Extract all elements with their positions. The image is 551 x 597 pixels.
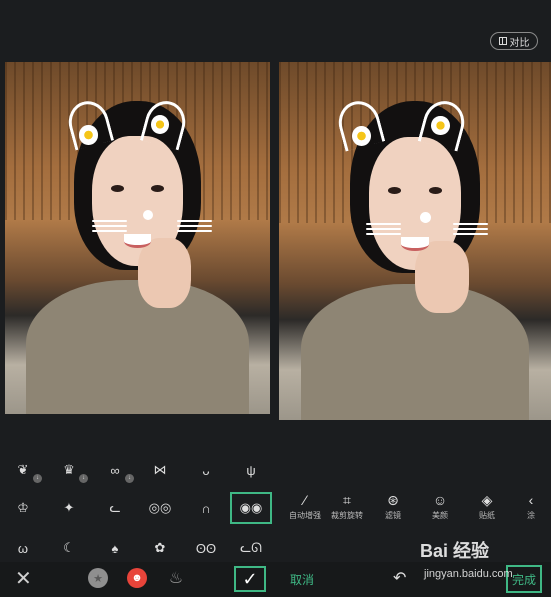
cancel-button[interactable]: 取消 [290, 571, 314, 588]
download-badge: ↓ [33, 474, 42, 483]
crop-icon: ⌗ [343, 492, 351, 508]
sticker-cat-mask[interactable]: ω [4, 535, 42, 561]
close-icon[interactable]: ✕ [15, 566, 32, 591]
neon-cute-icon: ᓚ [109, 500, 121, 515]
brush-icon: ‹ [528, 492, 534, 508]
sticker-banana[interactable]: ☾ [50, 535, 88, 561]
sticker-antler-crown[interactable]: ❦ ↓ [4, 457, 42, 483]
download-badge: ↓ [79, 474, 88, 483]
sticker-bunny-head[interactable]: ✿ [141, 535, 179, 561]
cat-mask-icon: ω [17, 540, 29, 556]
tool-crop-rotate[interactable]: ⌗ 裁剪旋转 [325, 490, 369, 521]
bunny-ears-icon: ᴗ [202, 462, 210, 478]
filter-icon: ⊛ [387, 492, 399, 508]
banana-icon: ☾ [63, 540, 75, 555]
tiara-icon: ♔ [17, 500, 29, 515]
sticker-crown-sparkle[interactable]: ✦ [50, 495, 88, 521]
white-cat-icon: ᓚᘏ [240, 540, 262, 555]
sticker-glasses[interactable]: ∞ ↓ [96, 457, 134, 483]
glasses-icon: ∞ [110, 462, 120, 478]
pink-crown-icon: ♛ [63, 462, 75, 477]
tool-brush[interactable]: ‹ 涂 [509, 490, 551, 521]
panda-icon: ʘʘ [195, 540, 217, 556]
rabbit-ears-icon: ∩ [201, 500, 211, 516]
sticker-icon: ◈ [481, 492, 493, 508]
sticker-panda[interactable]: ʘʘ [187, 535, 225, 561]
tool-beauty[interactable]: ☺ 美颜 [418, 490, 462, 521]
compare-label: 对比 [509, 37, 530, 49]
sticker-deer-horns[interactable]: ψ [232, 457, 270, 483]
cat-face-icon: ◉◉ [239, 500, 263, 515]
sticker-grid: ❦ ↓ ♛ ↓ ∞ ↓ ⋈ ᴗ ψ ♔ ✦ ᓚ ◎◎ ∩ ◉◉ ω ☾ ♠ ✿ ʘʘ ᓚᘏ [0, 455, 278, 565]
round-glasses-icon: ◎◎ [148, 500, 172, 515]
original-photo [279, 62, 551, 420]
star-category-icon[interactable]: ★ [88, 568, 108, 588]
antler-crown-icon: ❦ [17, 462, 29, 477]
compare-button[interactable]: 对比 [490, 32, 538, 50]
sticker-mushroom[interactable]: ♠ [96, 535, 134, 561]
tool-sticker[interactable]: ◈ 贴纸 [465, 490, 509, 521]
watermark-url: jingyan.baidu.com [424, 568, 513, 580]
undo-icon[interactable]: ↶ [393, 568, 406, 588]
confirm-check-button[interactable]: ✓ [234, 566, 266, 592]
emoji-category-icon[interactable]: ☻ [127, 568, 147, 588]
edit-toolbar: ⁄ 自动增强 ⌗ 裁剪旋转 ⊛ 滤镜 ☺ 美颜 ◈ 贴纸 ‹ 涂 [283, 490, 551, 530]
sticker-pink-crown[interactable]: ♛ ↓ [50, 457, 88, 483]
tool-auto-enhance[interactable]: ⁄ 自动增强 [283, 490, 327, 521]
sticker-round-glasses[interactable]: ◎◎ [141, 495, 179, 521]
download-badge: ↓ [125, 474, 134, 483]
bunny-head-icon: ✿ [154, 540, 166, 555]
deer-horns-icon: ψ [246, 462, 256, 478]
sticker-gold-bow[interactable]: ⋈ [141, 457, 179, 483]
crown-sparkle-icon: ✦ [63, 500, 75, 515]
mushroom-icon: ♠ [111, 540, 119, 556]
flame-category-icon[interactable]: ♨ [166, 568, 186, 588]
tool-filter[interactable]: ⊛ 滤镜 [371, 490, 415, 521]
gold-bow-icon: ⋈ [153, 462, 167, 477]
sticker-bunny-ears[interactable]: ᴗ [187, 457, 225, 483]
watermark-logo: Bai 经验 [420, 541, 490, 561]
sticker-neon-cute[interactable]: ᓚ [96, 495, 134, 521]
magic-wand-icon: ⁄ [303, 492, 307, 508]
sticker-cat-face[interactable]: ◉◉ [230, 492, 272, 524]
edited-photo [5, 62, 270, 414]
sticker-white-cat[interactable]: ᓚᘏ [232, 535, 270, 561]
sticker-rabbit-ears[interactable]: ∩ [187, 495, 225, 521]
beauty-icon: ☺ [432, 492, 448, 508]
compare-icon [498, 37, 507, 45]
sticker-tiara[interactable]: ♔ [4, 495, 42, 521]
